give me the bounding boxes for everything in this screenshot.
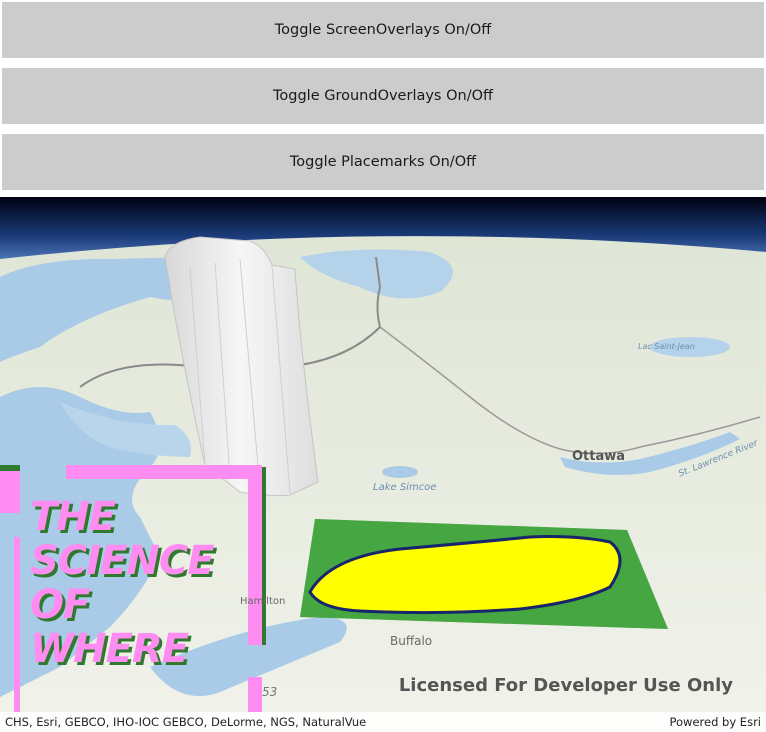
powered-by-esri[interactable]: Powered by Esri xyxy=(665,715,766,729)
label-lac-saint-jean: Lac Saint-Jean xyxy=(638,342,695,351)
overlay-frame-left-top xyxy=(0,465,20,513)
overlay-line-3: OF xyxy=(30,582,90,628)
overlay-frame-right-bottom xyxy=(248,677,262,712)
overlay-frame-left-shadow xyxy=(0,465,20,471)
overlay-line-2: SCIENCE xyxy=(30,538,215,584)
overlay-frame-right-shadow xyxy=(262,467,266,645)
toggle-ground-overlays-button[interactable]: Toggle GroundOverlays On/Off xyxy=(2,68,764,124)
overlay-line-1: THE xyxy=(30,494,116,540)
label-route-number: 53 xyxy=(262,685,278,699)
developer-license-watermark: Licensed For Developer Use Only xyxy=(398,675,733,696)
attribution-text[interactable]: CHS, Esri, GEBCO, IHO-IOC GEBCO, DeLorme… xyxy=(0,715,371,729)
overlay-line-4: WHERE xyxy=(30,626,189,672)
label-buffalo: Buffalo xyxy=(390,634,433,648)
label-ottawa: Ottawa xyxy=(572,449,626,464)
label-hamilton: Hamilton xyxy=(240,596,286,607)
attribution-bar: CHS, Esri, GEBCO, IHO-IOC GEBCO, DeLorme… xyxy=(0,712,766,732)
overlay-frame-top xyxy=(66,465,262,479)
label-lake-simcoe: Lake Simcoe xyxy=(373,482,437,493)
overlay-frame-left xyxy=(14,537,20,712)
lake-simcoe-water xyxy=(382,466,418,478)
screen-overlay-text: THE SCIENCE OF WHERE xyxy=(30,494,215,672)
toggle-placemarks-button[interactable]: Toggle Placemarks On/Off xyxy=(2,134,764,190)
scene-view[interactable]: Ottawa Lake Simcoe Buffalo Hamilton St. … xyxy=(0,197,766,732)
overlay-frame-right xyxy=(248,465,262,645)
toggle-screen-overlays-button[interactable]: Toggle ScreenOverlays On/Off xyxy=(2,2,764,58)
